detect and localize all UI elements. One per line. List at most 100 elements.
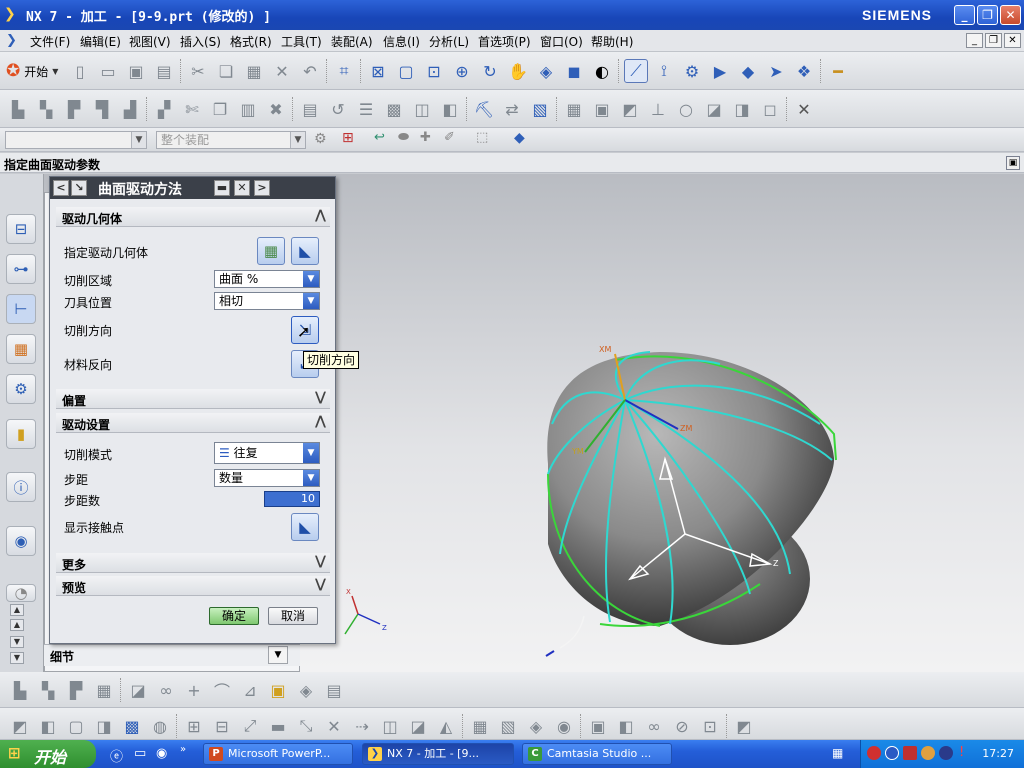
ie-quicklaunch-icon[interactable]: ⓔ xyxy=(110,746,123,765)
tray-security-icon[interactable] xyxy=(939,746,953,760)
arc-icon[interactable]: ⌒ xyxy=(210,678,234,702)
tool-position-dropdown[interactable]: 相切 ▼ xyxy=(214,292,320,310)
navigator-details-row[interactable]: 细节 ▼ xyxy=(44,644,300,666)
machine-tool-icon[interactable]: ⛏ xyxy=(472,97,496,121)
generate-toolpath-icon[interactable]: ▶ xyxy=(708,59,732,83)
thickness-icon[interactable]: ◨ xyxy=(730,97,754,121)
task-powerpoint[interactable]: P Microsoft PowerP... xyxy=(203,743,353,765)
new-file-icon[interactable]: ▯ xyxy=(68,59,92,83)
create-tool-icon[interactable]: ▚ xyxy=(34,97,58,121)
history-icon[interactable]: ◉ xyxy=(6,526,36,556)
dim-icon[interactable]: ⊿ xyxy=(238,678,262,702)
wcs-dynamic-icon[interactable]: ⟟ xyxy=(652,59,676,83)
tool-26-icon[interactable]: ◩ xyxy=(732,714,756,738)
restore-button[interactable]: ❐ xyxy=(977,5,998,25)
cut-icon[interactable]: ✂ xyxy=(186,59,210,83)
menu-tools[interactable]: 工具(T) xyxy=(281,33,322,50)
menu-assembly[interactable]: 装配(A) xyxy=(331,33,373,50)
edit-object-icon[interactable]: ▞ xyxy=(152,97,176,121)
minimize-button[interactable]: _ xyxy=(954,5,975,25)
tool-9-icon[interactable]: ⤢ xyxy=(238,714,262,738)
scroll-down-icon[interactable]: ▼ xyxy=(10,636,24,648)
tool-10-icon[interactable]: ▬ xyxy=(266,714,290,738)
tool-23-icon[interactable]: ∞ xyxy=(642,714,666,738)
tool-2-icon[interactable]: ◧ xyxy=(36,714,60,738)
tool-17-icon[interactable]: ▦ xyxy=(468,714,492,738)
copy-icon[interactable]: ❏ xyxy=(214,59,238,83)
paste-object-icon[interactable]: ▥ xyxy=(236,97,260,121)
dialog-reset-icon[interactable]: ↘ xyxy=(71,180,87,196)
maximize-graphics-icon[interactable]: ▣ xyxy=(1006,156,1020,170)
curve-icon[interactable]: ⬬ xyxy=(398,130,409,145)
tool-7-icon[interactable]: ⊞ xyxy=(182,714,206,738)
zoom-icon[interactable]: ⊕ xyxy=(450,59,474,83)
assembly-scope-combo[interactable]: 整个装配 ▼ xyxy=(156,131,306,149)
number-of-steps-input[interactable]: 10 xyxy=(264,491,320,507)
zoom-window-icon[interactable]: ▢ xyxy=(394,59,418,83)
dialog-options-icon[interactable]: ▬ xyxy=(214,180,230,196)
selection-settings-icon[interactable]: ⚙ xyxy=(314,131,327,147)
face-select-icon[interactable]: ✚ xyxy=(420,130,431,145)
tool-20-icon[interactable]: ◉ xyxy=(552,714,576,738)
ok-button[interactable]: 确定 xyxy=(209,607,259,625)
tray-camtasia-icon[interactable] xyxy=(885,746,899,760)
section-drive-geometry[interactable]: 驱动几何体 ⋀ xyxy=(56,207,330,227)
dialog-forward-icon[interactable]: > xyxy=(254,180,270,196)
tool-1-icon[interactable]: ◩ xyxy=(8,714,32,738)
tray-record-icon[interactable] xyxy=(867,746,881,760)
tool-3-icon[interactable]: ▢ xyxy=(64,714,88,738)
menu-format[interactable]: 格式(R) xyxy=(230,33,272,50)
open-folder-icon[interactable]: ▭ xyxy=(96,59,120,83)
constraint-navigator-icon[interactable]: ⊶ xyxy=(6,254,36,284)
tool-11-icon[interactable]: ⤡ xyxy=(294,714,318,738)
tool-12-icon[interactable]: ✕ xyxy=(322,714,346,738)
paste-icon[interactable]: ▦ xyxy=(242,59,266,83)
operation-navigator-icon[interactable]: ⊢ xyxy=(6,294,36,324)
cube-icon[interactable]: ◆ xyxy=(514,130,525,146)
sketch-icon[interactable]: ◪ xyxy=(126,678,150,702)
start-button[interactable]: ✪ 开始 ▼ xyxy=(6,59,64,83)
machine-tool-navigator-icon[interactable]: ▦ xyxy=(6,334,36,364)
render-style-icon[interactable]: ◐ xyxy=(590,59,614,83)
type-filter-combo[interactable]: ▼ xyxy=(5,131,147,149)
delete-object-icon[interactable]: ✖ xyxy=(264,97,288,121)
rotate-icon[interactable]: ↻ xyxy=(478,59,502,83)
mdi-minimize-button[interactable]: _ xyxy=(966,33,983,48)
feeds-speeds-icon[interactable]: ◩ xyxy=(618,97,642,121)
print-icon[interactable]: ▤ xyxy=(152,59,176,83)
tool-5-icon[interactable]: ▩ xyxy=(120,714,144,738)
section-offset[interactable]: 偏置 ⋁ xyxy=(56,389,330,409)
show-contact-points-button[interactable]: ◣ xyxy=(291,513,319,541)
measure-distance-icon[interactable]: ━ xyxy=(826,59,850,83)
sphere-icon[interactable]: ○ xyxy=(674,97,698,121)
reuse-library-icon[interactable]: ⚙ xyxy=(6,374,36,404)
hd3d-tools-icon[interactable]: ▮ xyxy=(6,419,36,449)
shaded-view-icon[interactable]: ◼ xyxy=(562,59,586,83)
system-materials-icon[interactable]: ◔ xyxy=(6,584,36,602)
menu-file[interactable]: 文件(F) xyxy=(30,33,70,50)
feature-2-icon[interactable]: ▚ xyxy=(36,678,60,702)
create-operation-icon[interactable]: ▙ xyxy=(6,97,30,121)
create-program-icon[interactable]: ⚙ xyxy=(680,59,704,83)
perspective-icon[interactable]: ◈ xyxy=(534,59,558,83)
dialog-back-icon[interactable]: < xyxy=(53,180,69,196)
section-drive-settings[interactable]: 驱动设置 ⋀ xyxy=(56,413,330,433)
scroll-down-icon[interactable]: ▼ xyxy=(10,652,24,664)
delete-icon[interactable]: ✕ xyxy=(270,59,294,83)
assembly-navigator-icon[interactable]: ⊟ xyxy=(6,214,36,244)
selection-filter-icon[interactable]: ⌗ xyxy=(332,59,356,83)
close-toolbar-icon[interactable]: ✕ xyxy=(792,97,816,121)
tool-4-icon[interactable]: ◨ xyxy=(92,714,116,738)
brick-icon[interactable]: ▤ xyxy=(322,678,346,702)
menu-edit[interactable]: 编辑(E) xyxy=(80,33,121,50)
transform-copy-icon[interactable]: ▣ xyxy=(590,97,614,121)
verify-icon[interactable]: ▩ xyxy=(382,97,406,121)
media-quicklaunch-icon[interactable]: ◉ xyxy=(156,746,167,761)
snap-point-icon[interactable]: ⊞ xyxy=(342,130,354,146)
cut-area-dropdown[interactable]: 曲面 % ▼ xyxy=(214,270,320,288)
zoom-region-icon[interactable]: ⊡ xyxy=(422,59,446,83)
plus-icon[interactable]: + xyxy=(182,678,206,702)
feature-icon[interactable]: ▙ xyxy=(8,678,32,702)
tool-axis-icon[interactable]: ⊥ xyxy=(646,97,670,121)
tool-22-icon[interactable]: ◧ xyxy=(614,714,638,738)
